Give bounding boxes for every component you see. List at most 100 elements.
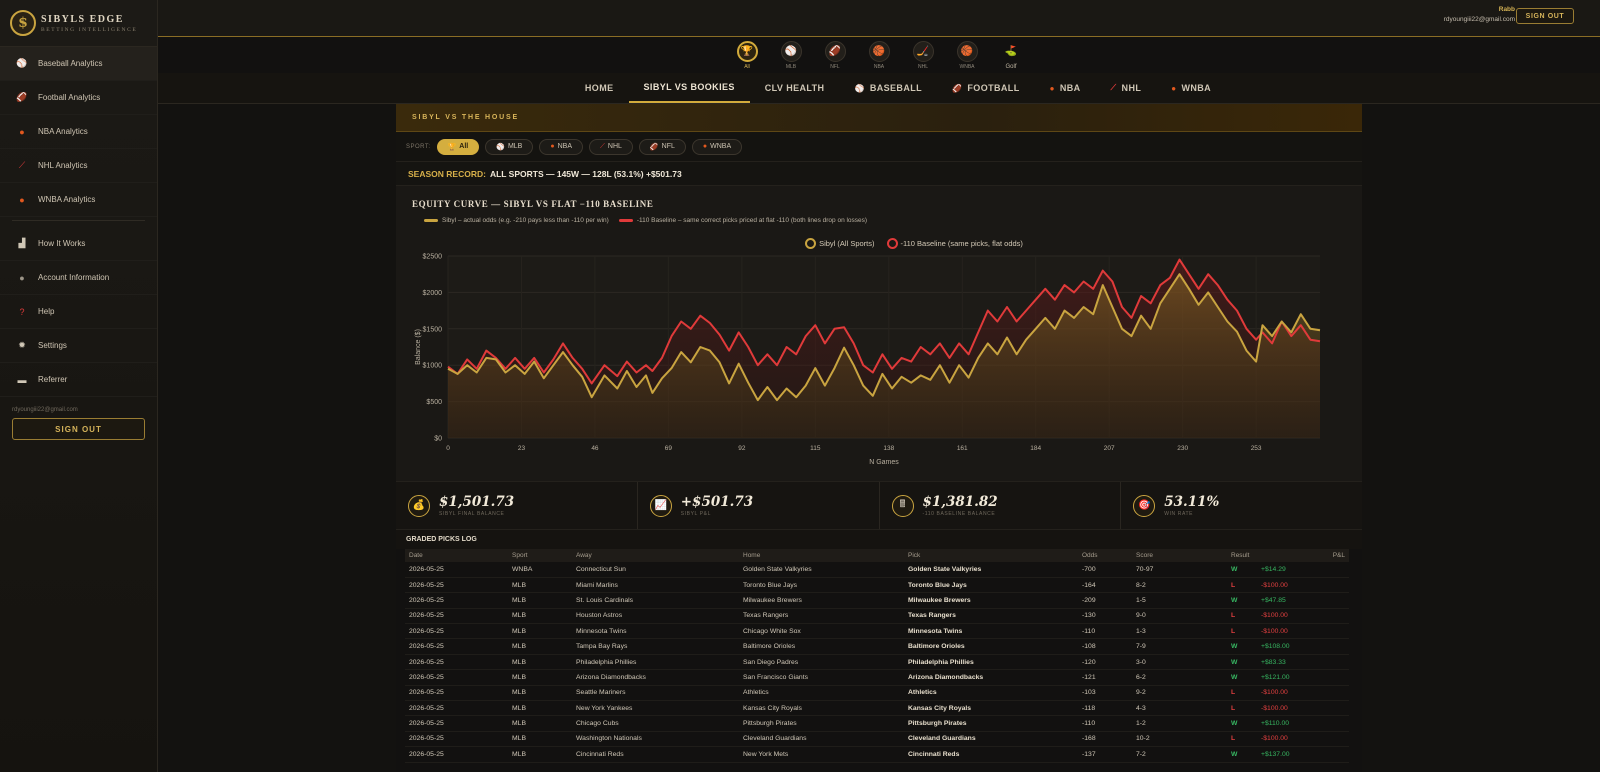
baseball-icon: ⚾ — [780, 40, 802, 62]
chip-label: NBA — [557, 143, 572, 150]
sidebar-item-baseball-analytics[interactable]: ⚾ Baseball Analytics — [0, 47, 157, 81]
table-cell: MLB — [508, 731, 572, 748]
sport-tab-all[interactable]: 🏆 All — [725, 40, 769, 70]
tab-clv-health[interactable]: CLV HEALTH — [750, 73, 840, 103]
trophy-icon: 🏆 — [736, 40, 758, 62]
sport-tab-label: NHL — [917, 63, 928, 70]
sport-filter-all[interactable]: 🏆 All — [436, 138, 480, 155]
table-cell: Athletics — [904, 685, 1078, 702]
sport-filter-mlb[interactable]: ⚾ MLB — [485, 138, 534, 155]
sidebar-signout-button[interactable]: SIGN OUT — [12, 418, 145, 440]
table-row[interactable]: 2026-05-25 MLB St. Louis Cardinals Milwauke… — [405, 592, 1349, 609]
tab-label: WNBA — [1181, 83, 1212, 93]
sport-tab-nba[interactable]: 🏀 NBA — [857, 40, 901, 70]
sidebar-item-nhl-analytics[interactable]: ⟋ NHL Analytics — [0, 149, 157, 183]
table-cell: -$100.00 — [1257, 608, 1349, 625]
sport-filter-nfl[interactable]: 🏈 NFL — [638, 138, 686, 155]
stat-value: +$501.73 — [680, 493, 754, 510]
column-header[interactable]: Sport — [508, 549, 572, 562]
table-row[interactable]: 2026-05-25 MLB New York Yankees Kansas City… — [405, 700, 1349, 717]
table-cell: -103 — [1078, 685, 1132, 702]
sport-tab-wnba[interactable]: 🏀 WNBA — [945, 40, 989, 70]
column-header[interactable]: P&L — [1257, 549, 1349, 562]
table-cell: -168 — [1078, 731, 1132, 748]
sidebar-item-help[interactable]: ? Help — [0, 295, 157, 329]
tab-nhl[interactable]: ⟋ NHL — [1096, 73, 1157, 103]
sport-filter-wnba[interactable]: ● WNBA — [691, 138, 743, 155]
sidebar-item-nba-analytics[interactable]: ● NBA Analytics — [0, 115, 157, 149]
tab-sibyl-vs-bookies[interactable]: SIBYL VS BOOKIES — [628, 73, 750, 103]
table-row[interactable]: 2026-05-25 MLB Washington Nationals Clevela… — [405, 731, 1349, 748]
x-tick-label: 115 — [810, 445, 821, 452]
table-cell: Kansas City Royals — [904, 700, 1078, 717]
sport-tab-nhl[interactable]: 🏒 NHL — [901, 40, 945, 70]
table-row[interactable]: 2026-05-25 MLB Cincinnati Reds New York Met… — [405, 746, 1349, 763]
tab-wnba[interactable]: ● WNBA — [1156, 73, 1226, 103]
column-header[interactable]: Score — [1132, 549, 1227, 562]
table-row[interactable]: 2026-05-25 MLB Philadelphia Phillies San Di… — [405, 654, 1349, 671]
equity-curve-card: $0 $500 $1000 $1500 $2000 $2500 0 23 46 69 92 115 13… — [396, 186, 1362, 482]
sidebar-item-wnba-analytics[interactable]: ● WNBA Analytics — [0, 183, 157, 217]
topbar-signout-button[interactable]: SIGN OUT — [1516, 8, 1574, 24]
sport-tab-nfl[interactable]: 🏈 NFL — [813, 40, 857, 70]
table-cell: -$100.00 — [1257, 700, 1349, 717]
table-cell: New York Mets — [739, 746, 904, 763]
table-row[interactable]: 2026-05-25 MLB Chicago Cubs Pittsburgh Pira… — [405, 715, 1349, 732]
brand-logo[interactable]: $ SIBYLS EDGE BETTING INTELLIGENCE — [0, 0, 157, 47]
chip-label: NFL — [661, 143, 675, 150]
legend-item[interactable]: Sibyl (All Sports) — [805, 238, 875, 249]
column-header[interactable]: Date — [405, 549, 508, 562]
table-cell: Toronto Blue Jays — [739, 577, 904, 594]
sport-filter-nba[interactable]: ● NBA — [539, 138, 583, 155]
table-header-row: Date Sport Away Home Pick Odds Score Result P&L — [405, 549, 1349, 562]
season-record: SEASON RECORD: ALL SPORTS — 145W — 128L … — [396, 162, 1362, 186]
sidebar-item-label: Football Analytics — [38, 93, 101, 102]
table-cell: Tampa Bay Rays — [572, 638, 739, 655]
table-cell: +$137.00 — [1257, 746, 1349, 763]
column-header[interactable]: Home — [739, 549, 904, 562]
column-header[interactable]: Pick — [904, 549, 1078, 562]
table-row[interactable]: 2026-05-25 WNBA Connecticut Sun Golden Stat… — [405, 562, 1349, 578]
stat-label: SIBYL P&L — [680, 510, 711, 517]
sidebar-item-account-information[interactable]: ● Account Information — [0, 261, 157, 295]
season-record-label: SEASON RECORD: — [408, 168, 486, 179]
table-row[interactable]: 2026-05-25 MLB Tampa Bay Rays Baltimore Ori… — [405, 638, 1349, 655]
sidebar-item-how-it-works[interactable]: ▟ How It Works — [0, 227, 157, 261]
table-row[interactable]: 2026-05-25 MLB Miami Marlins Toronto Blue J… — [405, 577, 1349, 594]
sidebar-item-settings[interactable]: ✹ Settings — [0, 329, 157, 363]
table-cell: -121 — [1078, 669, 1132, 686]
column-header[interactable]: Odds — [1078, 549, 1132, 562]
x-axis-label: N Games — [869, 459, 899, 466]
tab-baseball[interactable]: ⚾ BASEBALL — [839, 73, 937, 103]
table-row[interactable]: 2026-05-25 MLB Minnesota Twins Chicago Whit… — [405, 623, 1349, 640]
sport-tab-golf[interactable]: ⛳ Golf — [989, 41, 1033, 70]
tab-nba[interactable]: ● NBA — [1035, 73, 1096, 103]
sport-tab-label: All — [744, 63, 750, 70]
table-row[interactable]: 2026-05-25 MLB Houston Astros Texas Rangers… — [405, 608, 1349, 625]
sidebar-item-referrer[interactable]: ▬ Referrer — [0, 363, 157, 397]
y-tick-label: $2000 — [423, 290, 443, 297]
table-cell: 2026-05-25 — [405, 623, 508, 640]
sport-filter-nhl[interactable]: ⟋ NHL — [589, 138, 633, 155]
legend-item[interactable]: -110 Baseline (same picks, flat odds) — [886, 238, 1023, 249]
section-banner: SIBYL VS THE HOUSE — [396, 104, 1362, 132]
tab-football[interactable]: 🏈 FOOTBALL — [937, 73, 1035, 103]
sidebar-item-football-analytics[interactable]: 🏈 Football Analytics — [0, 81, 157, 115]
legend-description-item: -110 Baseline – same correct picks price… — [618, 217, 867, 224]
sidebar-account-nav: ▟ How It Works ● Account Information? Help ✹ S… — [0, 227, 157, 397]
sport-filter-row: SPORT: 🏆 All ⚾ MLB ● NBA ⟋ NHL 🏈 NFL ● WNBA — [396, 132, 1362, 162]
y-tick-label: $1000 — [423, 363, 443, 370]
chip-label: NHL — [607, 143, 622, 150]
column-header[interactable]: Result — [1227, 549, 1257, 562]
table-row[interactable]: 2026-05-25 MLB Arizona Diamondbacks San Fra… — [405, 669, 1349, 686]
table-cell: 2026-05-25 — [405, 562, 508, 578]
table-cell: Houston Astros — [572, 608, 739, 625]
tab-home[interactable]: HOME — [570, 73, 629, 103]
sport-tab-mlb[interactable]: ⚾ MLB — [769, 40, 813, 70]
table-row[interactable]: 2026-05-25 MLB Seattle Mariners Athletics At… — [405, 685, 1349, 702]
app-root: $ SIBYLS EDGE BETTING INTELLIGENCE ⚾ Base… — [0, 0, 1600, 772]
column-header[interactable]: Away — [572, 549, 739, 562]
table-cell: Philadelphia Phillies — [572, 654, 739, 671]
table-cell: 2026-05-25 — [405, 577, 508, 594]
table-cell: -700 — [1078, 562, 1132, 578]
